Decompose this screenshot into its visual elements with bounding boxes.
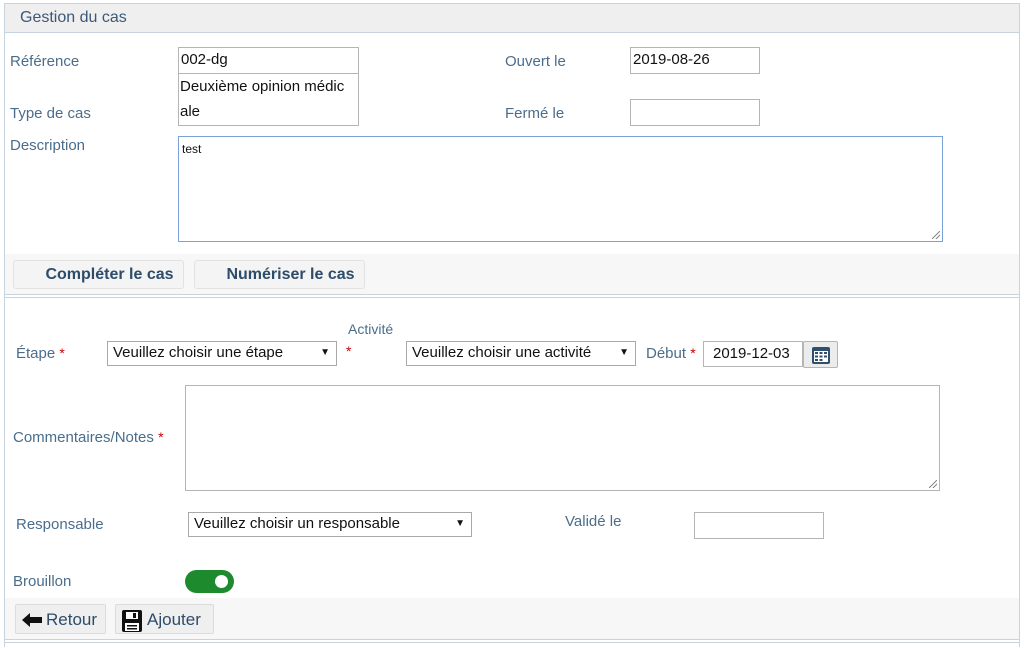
responsible-label: Responsable bbox=[16, 516, 104, 533]
divider bbox=[5, 639, 1019, 640]
arrow-left-icon bbox=[22, 613, 42, 627]
complete-case-button[interactable]: Compléter le cas bbox=[13, 260, 184, 289]
scan-case-button[interactable]: Numériser le cas bbox=[194, 260, 365, 289]
step-select[interactable]: Veuillez choisir une étape ▼ bbox=[107, 341, 337, 366]
calendar-icon bbox=[812, 347, 830, 364]
panel-border bbox=[1019, 33, 1020, 647]
closed-label: Fermé le bbox=[505, 105, 565, 122]
step-label-text: Étape bbox=[16, 345, 56, 362]
opened-date-field[interactable]: 2019-08-26 bbox=[630, 47, 760, 74]
validated-label: Validé le bbox=[565, 513, 622, 530]
add-button-label: Ajouter bbox=[147, 610, 201, 629]
case-type-line: Deuxième opinion médic bbox=[180, 78, 345, 95]
case-type-field[interactable]: Deuxième opinion médic ale bbox=[178, 73, 359, 126]
toggle-knob bbox=[215, 575, 228, 588]
resize-handle-icon[interactable] bbox=[932, 231, 940, 239]
reference-field[interactable]: 002-dg bbox=[178, 47, 359, 74]
dropdown-arrow-icon: ▼ bbox=[455, 518, 465, 529]
divider bbox=[5, 642, 1019, 643]
add-button[interactable]: Ajouter bbox=[115, 604, 214, 634]
divider bbox=[5, 297, 1019, 298]
save-icon bbox=[122, 610, 142, 632]
case-type-label: Type de cas bbox=[10, 105, 91, 122]
step-label: Étape * bbox=[16, 345, 65, 362]
activity-label: Activité bbox=[348, 321, 394, 337]
resize-handle-icon[interactable] bbox=[929, 480, 937, 488]
draft-toggle[interactable] bbox=[185, 570, 234, 593]
closed-date-field[interactable] bbox=[630, 99, 760, 126]
calendar-button[interactable] bbox=[803, 341, 838, 368]
responsible-select[interactable]: Veuillez choisir un responsable ▼ bbox=[188, 512, 472, 537]
opened-label: Ouvert le bbox=[505, 53, 566, 70]
divider bbox=[5, 294, 1019, 295]
panel-border bbox=[4, 33, 5, 647]
comments-textarea[interactable] bbox=[185, 385, 940, 491]
comments-label-text: Commentaires/Notes bbox=[13, 429, 154, 446]
activity-select[interactable]: Veuillez choisir une activité ▼ bbox=[406, 341, 636, 366]
required-marker: * bbox=[346, 343, 352, 359]
comments-label: Commentaires/Notes * bbox=[13, 429, 164, 446]
required-marker: * bbox=[59, 345, 65, 361]
validated-date-field[interactable] bbox=[694, 512, 824, 539]
reference-label: Référence bbox=[10, 53, 80, 70]
description-text: test bbox=[182, 142, 202, 156]
panel-header: Gestion du cas bbox=[4, 3, 1020, 33]
required-marker: * bbox=[158, 429, 164, 445]
panel-title: Gestion du cas bbox=[20, 9, 127, 26]
description-textarea[interactable]: test bbox=[178, 136, 943, 242]
dropdown-arrow-icon: ▼ bbox=[619, 347, 629, 358]
description-label: Description bbox=[10, 137, 86, 154]
start-date-field[interactable]: 2019-12-03 bbox=[703, 341, 803, 367]
step-select-value: Veuillez choisir une étape bbox=[113, 344, 284, 361]
back-button[interactable]: Retour bbox=[15, 604, 106, 634]
start-label-text: Début bbox=[646, 345, 687, 362]
required-marker: * bbox=[690, 345, 696, 361]
draft-label: Brouillon bbox=[13, 573, 72, 590]
activity-select-value: Veuillez choisir une activité bbox=[412, 344, 592, 361]
back-button-label: Retour bbox=[46, 610, 98, 629]
start-label: Début * bbox=[646, 345, 696, 362]
responsible-select-value: Veuillez choisir un responsable bbox=[194, 515, 400, 532]
case-type-line: ale bbox=[180, 103, 201, 120]
dropdown-arrow-icon: ▼ bbox=[320, 347, 330, 358]
